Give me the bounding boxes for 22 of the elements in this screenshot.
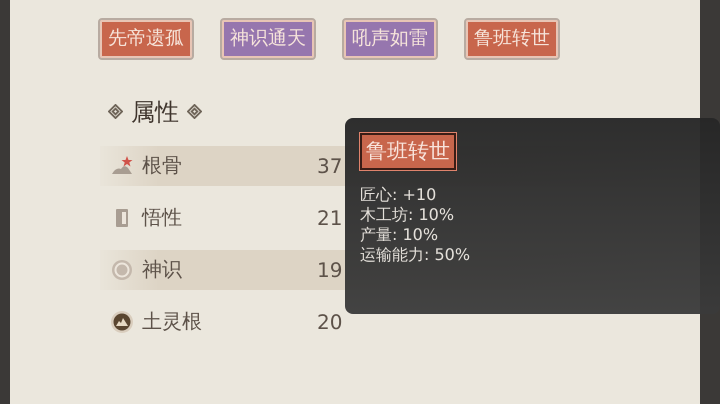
trait-tag[interactable]: 先帝遗孤	[100, 20, 192, 58]
attribute-label: 悟性	[142, 204, 182, 232]
attribute-label: 土灵根	[142, 308, 202, 336]
attribute-value: 37	[317, 154, 342, 178]
effect-line: 匠心: +10	[360, 185, 438, 206]
trait-tag[interactable]: 鲁班转世	[466, 20, 558, 58]
attribute-label: 神识	[142, 256, 182, 284]
diamond-ornament-icon	[187, 104, 202, 120]
effect-line: 木工坊: 10%	[360, 205, 456, 226]
swirl-coin-icon	[110, 258, 134, 282]
attribute-value: 20	[317, 310, 342, 334]
earth-coin-icon	[110, 310, 134, 334]
effect-line: 运输能力: 50%	[360, 245, 472, 266]
attribute-value: 19	[317, 258, 342, 282]
trait-tag: 鲁班转世	[360, 133, 456, 170]
section-title: 属性	[131, 96, 179, 128]
trait-tag[interactable]: 吼声如雷	[344, 20, 436, 58]
attribute-label: 根骨	[142, 152, 182, 180]
trait-tag[interactable]: 神识通天	[222, 20, 314, 58]
attribute-value: 21	[317, 206, 342, 230]
diamond-ornament-icon	[108, 104, 123, 120]
effect-line: 产量: 10%	[360, 225, 440, 246]
